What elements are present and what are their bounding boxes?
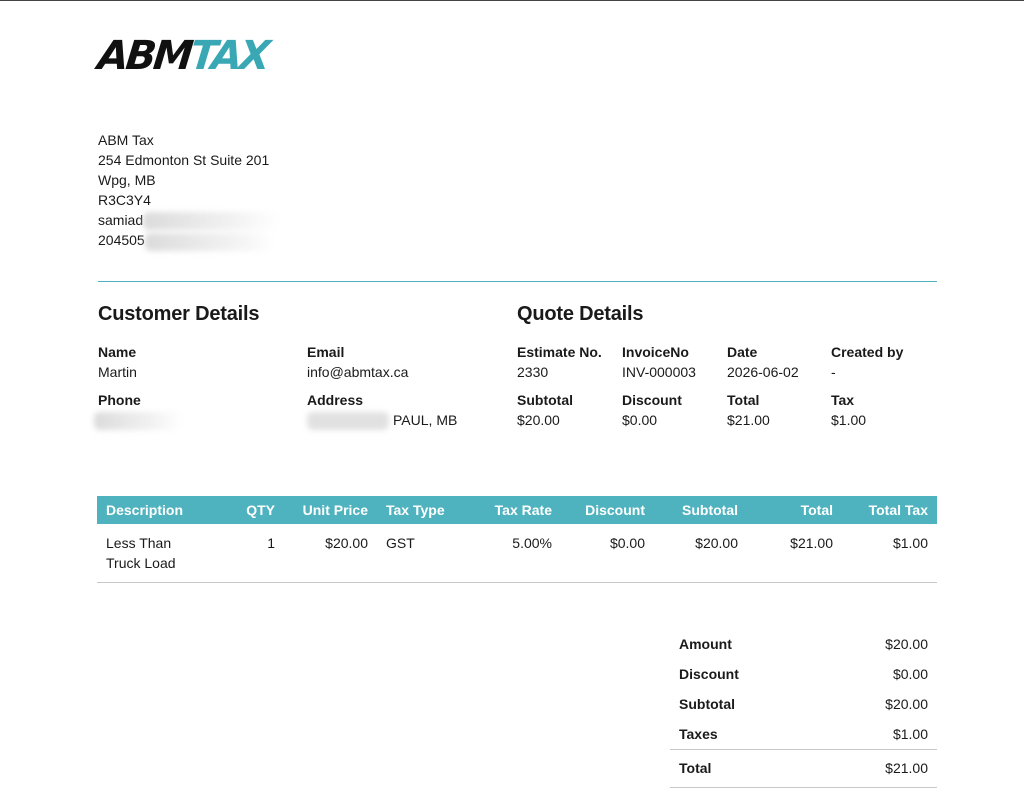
company-city: Wpg, MB [98, 172, 156, 188]
customer-address-label: Address [307, 392, 364, 408]
table-header-row: Description QTY Unit Price Tax Type Tax … [97, 496, 937, 524]
company-name: ABM Tax [98, 132, 154, 148]
company-email: samiad [98, 212, 144, 228]
customer-email-label: Email [307, 344, 345, 360]
cell-unit-price: $20.00 [284, 524, 377, 583]
company-logo: ABMTAX [95, 33, 270, 79]
col-unit-price: Unit Price [284, 496, 377, 524]
customer-phone-field: Phone [94, 390, 182, 431]
line-items-table: Description QTY Unit Price Tax Type Tax … [97, 496, 937, 583]
quote-date-field: Date 2026-06-02 [727, 344, 799, 380]
quote-created-by-field: Created by - [831, 344, 904, 380]
cell-total: $21.00 [747, 524, 842, 583]
quote-discount: $0.00 [622, 412, 658, 428]
summary-total-row: Total $21.00 [670, 748, 937, 788]
summary-discount-row: Discount $0.00 [670, 659, 937, 689]
customer-name-value: Martin [98, 364, 137, 380]
quote-subtotal: $20.00 [517, 412, 560, 428]
quote-total-field: Total $21.00 [727, 392, 770, 428]
summary-amount: $20.00 [885, 636, 928, 652]
section-divider [98, 281, 937, 282]
summary-taxes: $1.00 [892, 725, 928, 742]
created-by-value: - [831, 364, 836, 380]
logo-wordmark: ABMTAX [95, 33, 270, 79]
redacted-email [143, 212, 279, 231]
customer-address-value: PAUL, MB [393, 412, 458, 428]
quote-discount-field: Discount $0.00 [622, 392, 682, 428]
summary-taxes-row: Taxes $1.00 [670, 719, 937, 749]
quote-details-title: Quote Details [517, 303, 644, 325]
summary-totals: Amount $20.00 Discount $0.00 Subtotal $2… [670, 629, 937, 788]
col-discount: Discount [561, 496, 654, 524]
cell-discount: $0.00 [561, 524, 654, 583]
table-row: Less Than Truck Load 1 $20.00 GST 5.00% $… [97, 524, 937, 583]
quote-subtotal-field: Subtotal $20.00 [517, 392, 573, 428]
summary-discount: $0.00 [892, 666, 928, 682]
customer-details-title: Customer Details [98, 303, 260, 325]
redacted-phone [144, 232, 275, 251]
customer-name-field: Name Martin [98, 342, 137, 382]
company-email-row: samiad [98, 210, 279, 231]
quote-total: $21.00 [727, 412, 770, 428]
col-tax-type: Tax Type [377, 496, 473, 524]
company-address: 254 Edmonton St Suite 201 [98, 152, 270, 168]
summary-total: $21.00 [819, 748, 937, 788]
company-postal: R3C3Y4 [98, 192, 151, 208]
quote-invoice-field: InvoiceNo INV-000003 [622, 344, 696, 380]
customer-email-value: info@abmtax.ca [307, 364, 409, 380]
col-total-tax: Total Tax [842, 496, 937, 524]
cell-tax-rate: 5.00% [473, 524, 561, 583]
col-subtotal: Subtotal [654, 496, 747, 524]
company-phone: 204505 [98, 232, 145, 249]
estimate-number: 2330 [517, 364, 549, 380]
customer-address-field: Address PAUL, MB [307, 390, 458, 431]
cell-subtotal: $20.00 [654, 524, 747, 583]
customer-name-label: Name [98, 344, 137, 360]
customer-phone-label: Phone [98, 392, 141, 408]
quote-tax: $1.00 [831, 412, 867, 428]
col-description: Description [97, 496, 227, 524]
cell-total-tax: $1.00 [842, 524, 937, 583]
cell-qty: 1 [227, 524, 284, 583]
company-phone-row: 204505 [98, 230, 278, 251]
summary-subtotal-row: Subtotal $20.00 [670, 689, 937, 719]
col-tax-rate: Tax Rate [473, 496, 561, 524]
redacted-customer-phone [94, 412, 182, 431]
quote-estimate-field: Estimate No. 2330 [517, 344, 602, 380]
col-qty: QTY [227, 496, 284, 524]
company-info: ABM Tax 254 Edmonton St Suite 201 Wpg, M… [98, 130, 279, 251]
customer-email-field: Email info@abmtax.ca [307, 342, 408, 382]
quote-tax-field: Tax $1.00 [831, 392, 867, 428]
cell-description: Less Than Truck Load [97, 524, 227, 583]
summary-subtotal: $20.00 [885, 696, 928, 712]
quote-date: 2026-06-02 [727, 364, 799, 380]
cell-tax-type: GST [377, 524, 473, 583]
invoice-number: INV-000003 [622, 364, 696, 380]
col-total: Total [747, 496, 842, 524]
redacted-customer-address [307, 412, 389, 431]
summary-amount-row: Amount $20.00 [670, 629, 937, 659]
